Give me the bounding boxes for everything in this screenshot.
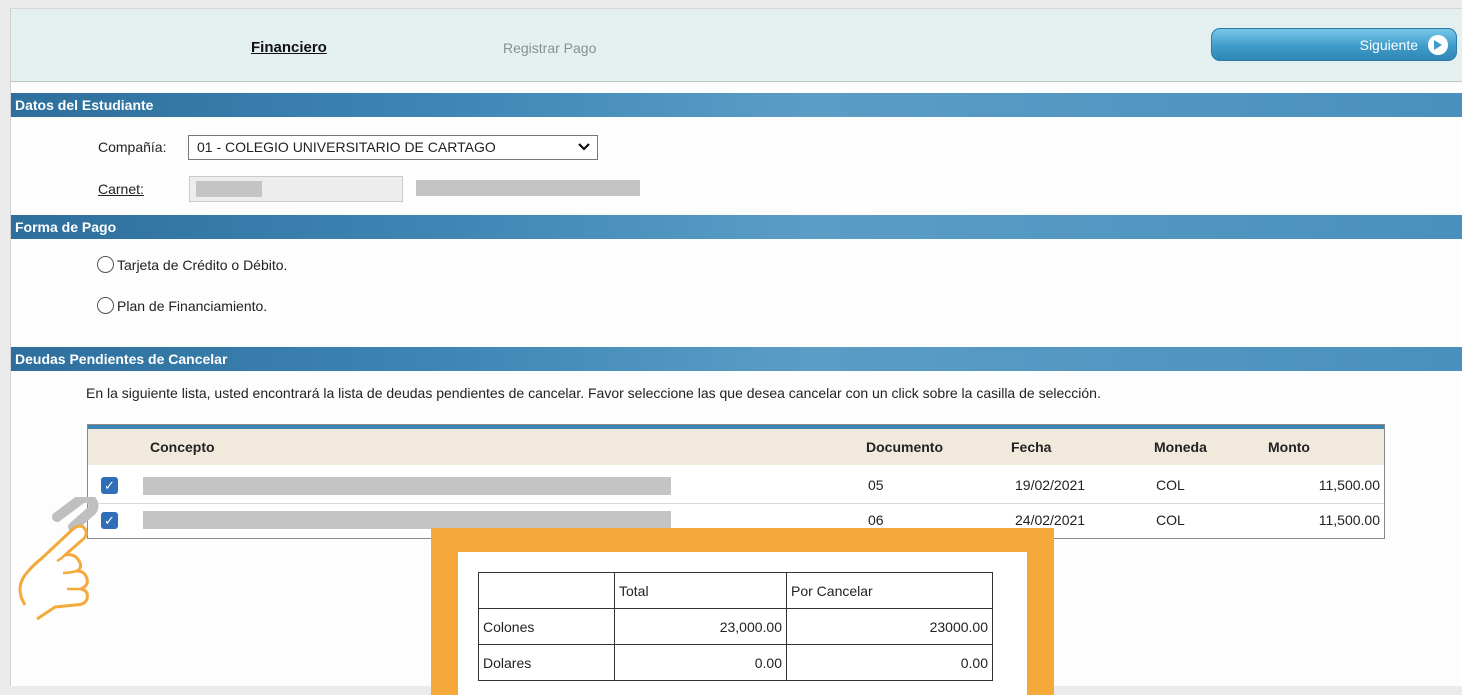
totals-label: Dolares (478, 644, 615, 681)
payment-option-card-label: Tarjeta de Crédito o Débito. (117, 256, 288, 273)
redacted-student-name (416, 180, 640, 196)
pointing-hand-icon (18, 497, 99, 621)
company-select[interactable]: 01 - COLEGIO UNIVERSITARIO DE CARTAGO (188, 135, 598, 160)
cell-moneda: COL (1156, 512, 1185, 528)
totals-header-total: Total (614, 572, 787, 609)
totals-panel: Total Por Cancelar Colones 23,000.00 230… (458, 552, 1027, 695)
radio-plan[interactable] (97, 297, 114, 314)
section-header-debts: Deudas Pendientes de Cancelar (11, 347, 1462, 371)
carnet-input[interactable] (189, 176, 403, 202)
col-fecha: Fecha (1011, 439, 1052, 455)
row-checkbox[interactable]: ✓ (101, 477, 118, 494)
table-row: ✓ 05 19/02/2021 COL 11,500.00 (88, 469, 1384, 501)
totals-total-value: 0.00 (614, 644, 787, 681)
totals-row-dolares: Dolares 0.00 0.00 (478, 644, 993, 681)
section-header-student: Datos del Estudiante (11, 93, 1462, 117)
totals-label: Colones (478, 608, 615, 645)
col-concepto: Concepto (150, 439, 215, 455)
col-moneda: Moneda (1154, 439, 1207, 455)
page: Financiero Registrar Pago Siguiente Dato… (10, 8, 1462, 695)
next-button-label: Siguiente (1359, 36, 1418, 53)
totals-table: Total Por Cancelar Colones 23,000.00 230… (478, 572, 993, 681)
carnet-label: Carnet: (98, 181, 144, 197)
totals-header-por-cancelar: Por Cancelar (786, 572, 993, 609)
tab-registrar-pago[interactable]: Registrar Pago (503, 40, 596, 56)
totals-por-cancelar-value: 23000.00 (786, 608, 993, 645)
play-arrow-icon (1428, 34, 1448, 55)
cell-documento: 05 (868, 477, 884, 493)
redacted-carnet (196, 181, 262, 197)
cell-fecha: 24/02/2021 (1015, 512, 1086, 528)
chevron-down-icon (577, 136, 591, 167)
totals-header-row: Total Por Cancelar (478, 572, 993, 609)
company-label: Compañía: (98, 139, 167, 155)
cell-moneda: COL (1156, 477, 1185, 493)
payment-option-card[interactable]: Tarjeta de Crédito o Débito. (97, 256, 287, 273)
debts-table: Concepto Documento Fecha Moneda Monto ✓ … (87, 424, 1385, 539)
totals-por-cancelar-value: 0.00 (786, 644, 993, 681)
payment-option-plan-label: Plan de Financiamiento. (117, 297, 268, 314)
radio-card[interactable] (97, 256, 114, 273)
cell-fecha: 19/02/2021 (1015, 477, 1086, 493)
company-select-value: 01 - COLEGIO UNIVERSITARIO DE CARTAGO (197, 139, 496, 155)
cell-documento: 06 (868, 512, 884, 528)
tab-financiero[interactable]: Financiero (251, 39, 327, 56)
cell-monto: 11,500.00 (1318, 512, 1380, 528)
totals-row-colones: Colones 23,000.00 23000.00 (478, 608, 993, 645)
col-documento: Documento (866, 439, 943, 455)
totals-corner-cell (478, 572, 615, 609)
redacted-concepto (143, 477, 671, 495)
col-monto: Monto (1268, 439, 1310, 455)
debts-table-header: Concepto Documento Fecha Moneda Monto (88, 429, 1384, 465)
debts-instructions: En la siguiente lista, usted encontrará … (86, 385, 1101, 401)
top-navigation: Financiero Registrar Pago Siguiente (11, 9, 1462, 82)
totals-highlight: Total Por Cancelar Colones 23,000.00 230… (431, 528, 1054, 695)
redacted-concepto (143, 511, 671, 529)
section-header-payment: Forma de Pago (11, 215, 1462, 239)
payment-option-plan[interactable]: Plan de Financiamiento. (97, 297, 267, 314)
next-button[interactable]: Siguiente (1211, 28, 1457, 61)
cell-monto: 11,500.00 (1318, 477, 1380, 493)
totals-total-value: 23,000.00 (614, 608, 787, 645)
